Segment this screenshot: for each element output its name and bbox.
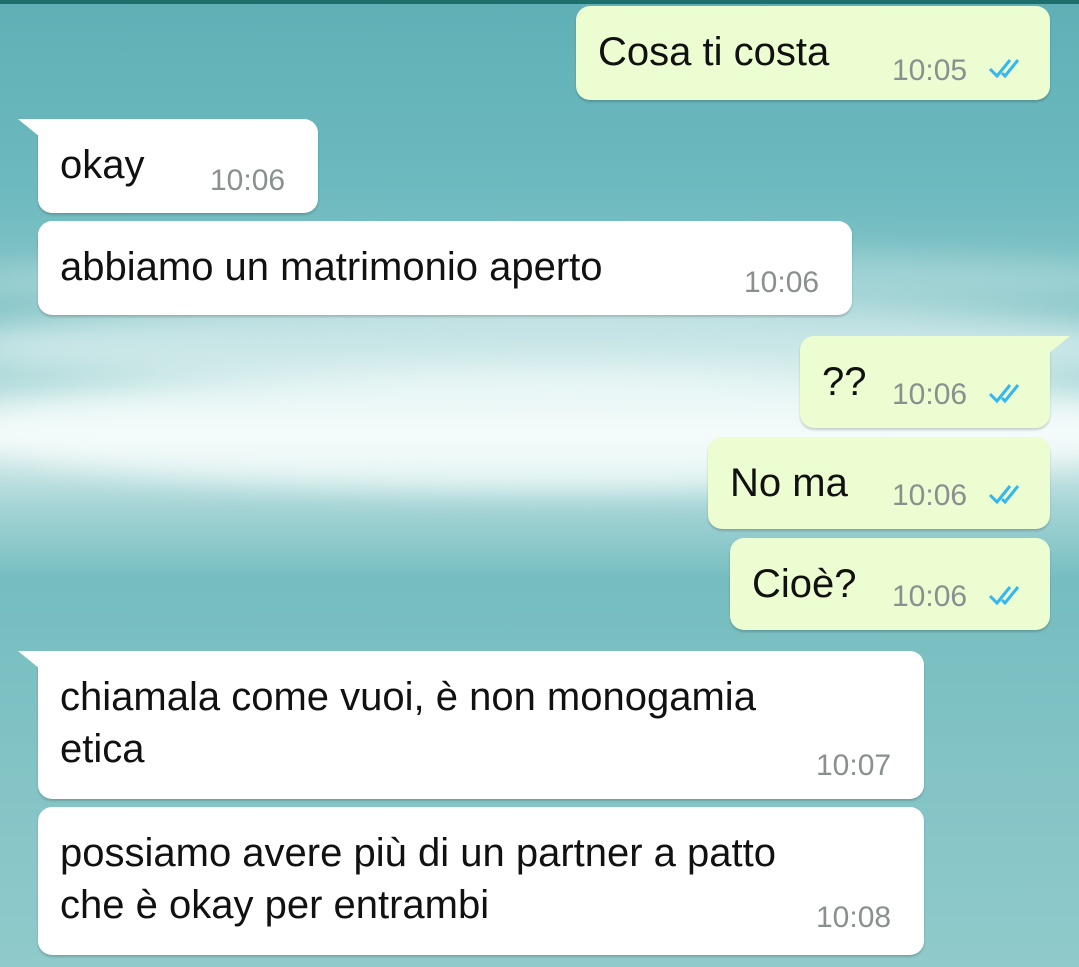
message-time: 10:06 — [892, 479, 968, 512]
message-bubble-incoming[interactable]: chiamala come vuoi, è non monogamia etic… — [18, 651, 924, 799]
double-check-icon — [988, 485, 1020, 505]
message-time: 10:06 — [210, 164, 286, 197]
message-text: Cioè? — [752, 562, 857, 606]
message-time: 10:06 — [892, 580, 968, 613]
message-bubble-outgoing[interactable]: Cioè? 10:06 — [730, 538, 1050, 630]
message-text: chiamala come vuoi, è non monogamia etic… — [60, 675, 756, 771]
message-bubble-outgoing[interactable]: No ma 10:06 — [708, 437, 1050, 529]
message-text: ?? — [822, 360, 867, 404]
message-text: possiamo avere più di un partner a patto… — [60, 831, 776, 927]
bubble-tail — [18, 651, 40, 669]
message-bubble-incoming[interactable]: okay 10:06 — [18, 119, 318, 213]
double-check-icon — [988, 384, 1020, 404]
double-check-icon — [988, 586, 1020, 606]
message-time: 10:06 — [892, 378, 968, 411]
message-time: 10:07 — [816, 749, 892, 782]
message-time: 10:08 — [816, 901, 892, 934]
message-time: 10:05 — [892, 54, 968, 87]
message-text: abbiamo un matrimonio aperto — [60, 245, 603, 289]
double-check-icon — [988, 59, 1020, 79]
message-time: 10:06 — [744, 266, 820, 299]
message-text: Cosa ti costa — [598, 30, 830, 74]
message-bubble-outgoing[interactable]: Cosa ti costa 10:05 — [576, 6, 1050, 100]
message-bubble-outgoing[interactable]: ?? 10:06 — [800, 336, 1070, 428]
bubble-tail — [18, 119, 40, 137]
header-edge — [0, 0, 1079, 4]
message-text: okay — [60, 143, 145, 187]
bubble-tail — [1048, 336, 1070, 354]
message-bubble-incoming[interactable]: abbiamo un matrimonio aperto 10:06 — [38, 221, 852, 315]
message-bubble-incoming[interactable]: possiamo avere più di un partner a patto… — [38, 807, 924, 955]
message-text: No ma — [730, 461, 848, 505]
